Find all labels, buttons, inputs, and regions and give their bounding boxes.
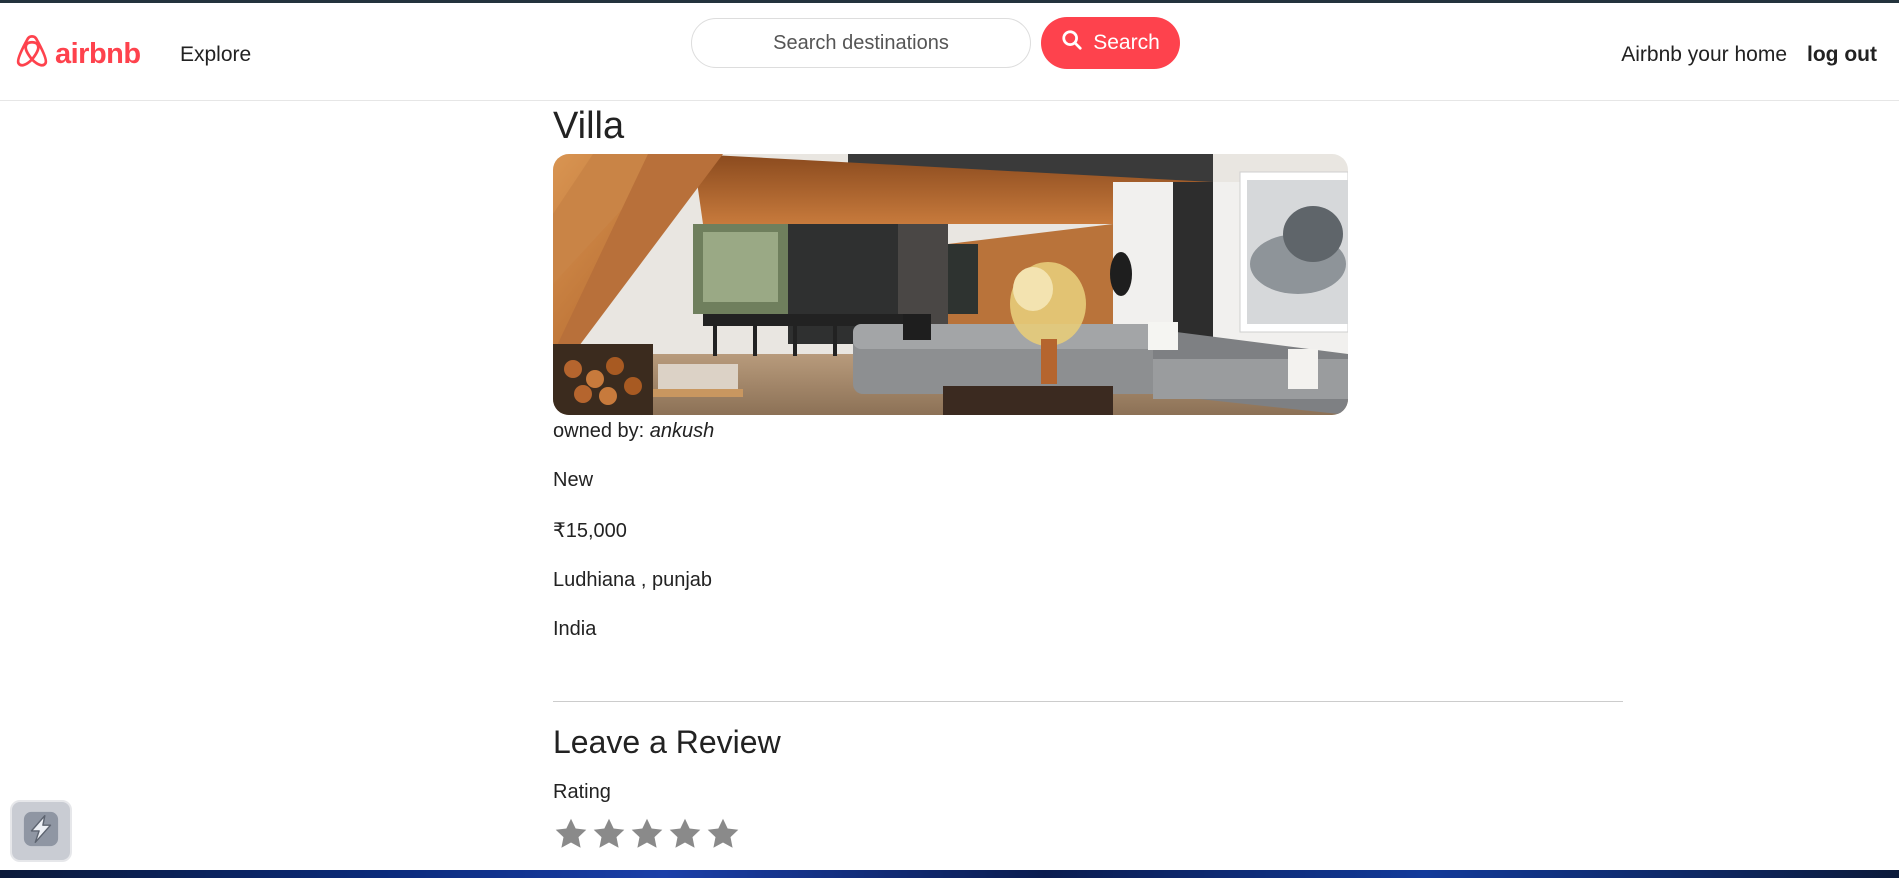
navbar: airbnb Explore Search Airbnb your home l…	[0, 3, 1899, 101]
airbnb-your-home-link[interactable]: Airbnb your home	[1621, 43, 1787, 67]
review-heading: Leave a Review	[553, 724, 781, 760]
listing-price: ₹15,000	[553, 520, 627, 542]
star-icon[interactable]	[629, 816, 665, 857]
brand-name: airbnb	[55, 38, 141, 70]
airbnb-logo-icon	[15, 34, 49, 75]
listing-location: Ludhiana , punjab	[553, 569, 713, 591]
floating-app-widget[interactable]	[10, 800, 72, 862]
listing-owner: owned by: ankush	[553, 420, 1623, 443]
listing-country: India	[553, 618, 597, 640]
search-button-label: Search	[1093, 31, 1160, 54]
listing-content: Villa owned by: ankush New ₹15,000 Ludhi…	[553, 101, 1623, 857]
listing-description: New	[553, 469, 594, 491]
brand-link[interactable]: airbnb	[15, 34, 141, 75]
logout-link[interactable]: log out	[1807, 43, 1877, 67]
search-form: Search	[691, 17, 1180, 69]
desktop-taskbar-strip	[0, 870, 1899, 878]
star-icon[interactable]	[667, 816, 703, 857]
rating-label: Rating	[553, 781, 611, 803]
owner-prefix: owned by:	[553, 420, 650, 442]
search-button[interactable]: Search	[1041, 17, 1180, 69]
search-input[interactable]	[691, 18, 1031, 68]
section-divider	[553, 701, 1623, 702]
search-icon	[1061, 29, 1083, 57]
star-icon[interactable]	[591, 816, 627, 857]
nav-explore-link[interactable]: Explore	[180, 43, 251, 67]
listing-title: Villa	[553, 105, 625, 147]
owner-name: ankush	[649, 420, 715, 442]
star-icon[interactable]	[553, 816, 589, 857]
star-icon[interactable]	[705, 816, 741, 857]
app-widget-icon	[22, 810, 60, 853]
star-rating	[553, 816, 1623, 857]
nav-right: Airbnb your home log out	[1621, 43, 1877, 67]
listing-image	[553, 154, 1348, 415]
